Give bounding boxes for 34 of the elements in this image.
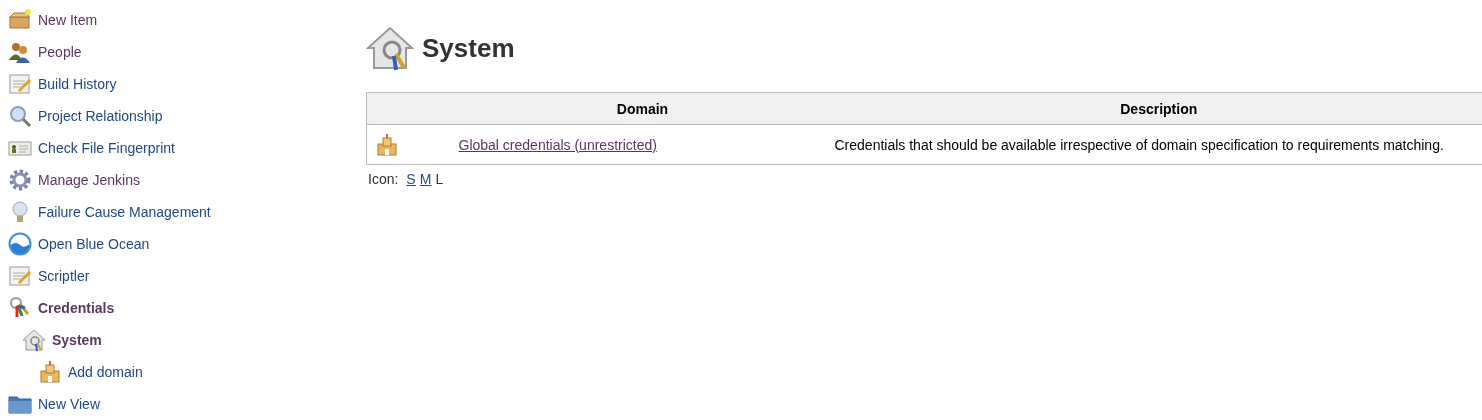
notepad-icon: [8, 72, 32, 96]
sidebar-link[interactable]: Credentials: [38, 298, 115, 318]
domain-link[interactable]: Global credentials (unrestricted): [458, 136, 657, 153]
icon-size-label: Icon:: [368, 170, 399, 189]
sidebar-link[interactable]: Manage Jenkins: [38, 170, 140, 190]
sidebar-link[interactable]: Project Relationship: [38, 106, 163, 126]
people-icon: [8, 40, 32, 64]
sidebar-link[interactable]: Failure Cause Management: [38, 202, 211, 222]
sidebar-link[interactable]: Scriptler: [38, 266, 90, 286]
sidebar-link[interactable]: Build History: [38, 74, 117, 94]
castle-icon: [38, 360, 62, 384]
page-title: System: [422, 31, 515, 65]
sidebar-link[interactable]: New View: [38, 394, 100, 414]
column-header: Domain: [450, 92, 835, 125]
keys-icon: [8, 296, 32, 320]
sidebar-link[interactable]: People: [38, 42, 82, 62]
castle-icon: [375, 132, 399, 157]
box-icon: [8, 8, 32, 32]
gear-icon: [8, 168, 32, 192]
sidebar-link[interactable]: Open Blue Ocean: [38, 234, 150, 254]
sidebar-link[interactable]: Check File Fingerprint: [38, 138, 175, 158]
ocean-icon: [8, 232, 32, 256]
notepad-icon: [8, 264, 32, 288]
sidebar-link[interactable]: System: [52, 330, 102, 350]
magnifier-icon: [8, 104, 32, 128]
house-icon: [366, 24, 414, 72]
sidebar-link[interactable]: New Item: [38, 10, 98, 30]
sidebar-link[interactable]: Add domain: [68, 362, 143, 382]
column-header: Description: [834, 92, 1482, 125]
table-cell: Credentials that should be available irrespective of domain specification to requirements matching.: [834, 124, 1482, 165]
house-icon: [22, 328, 46, 352]
icon-size-link[interactable]: M: [419, 169, 432, 189]
icon-size-link[interactable]: S: [406, 169, 416, 189]
icon-size-current: L: [435, 170, 444, 189]
